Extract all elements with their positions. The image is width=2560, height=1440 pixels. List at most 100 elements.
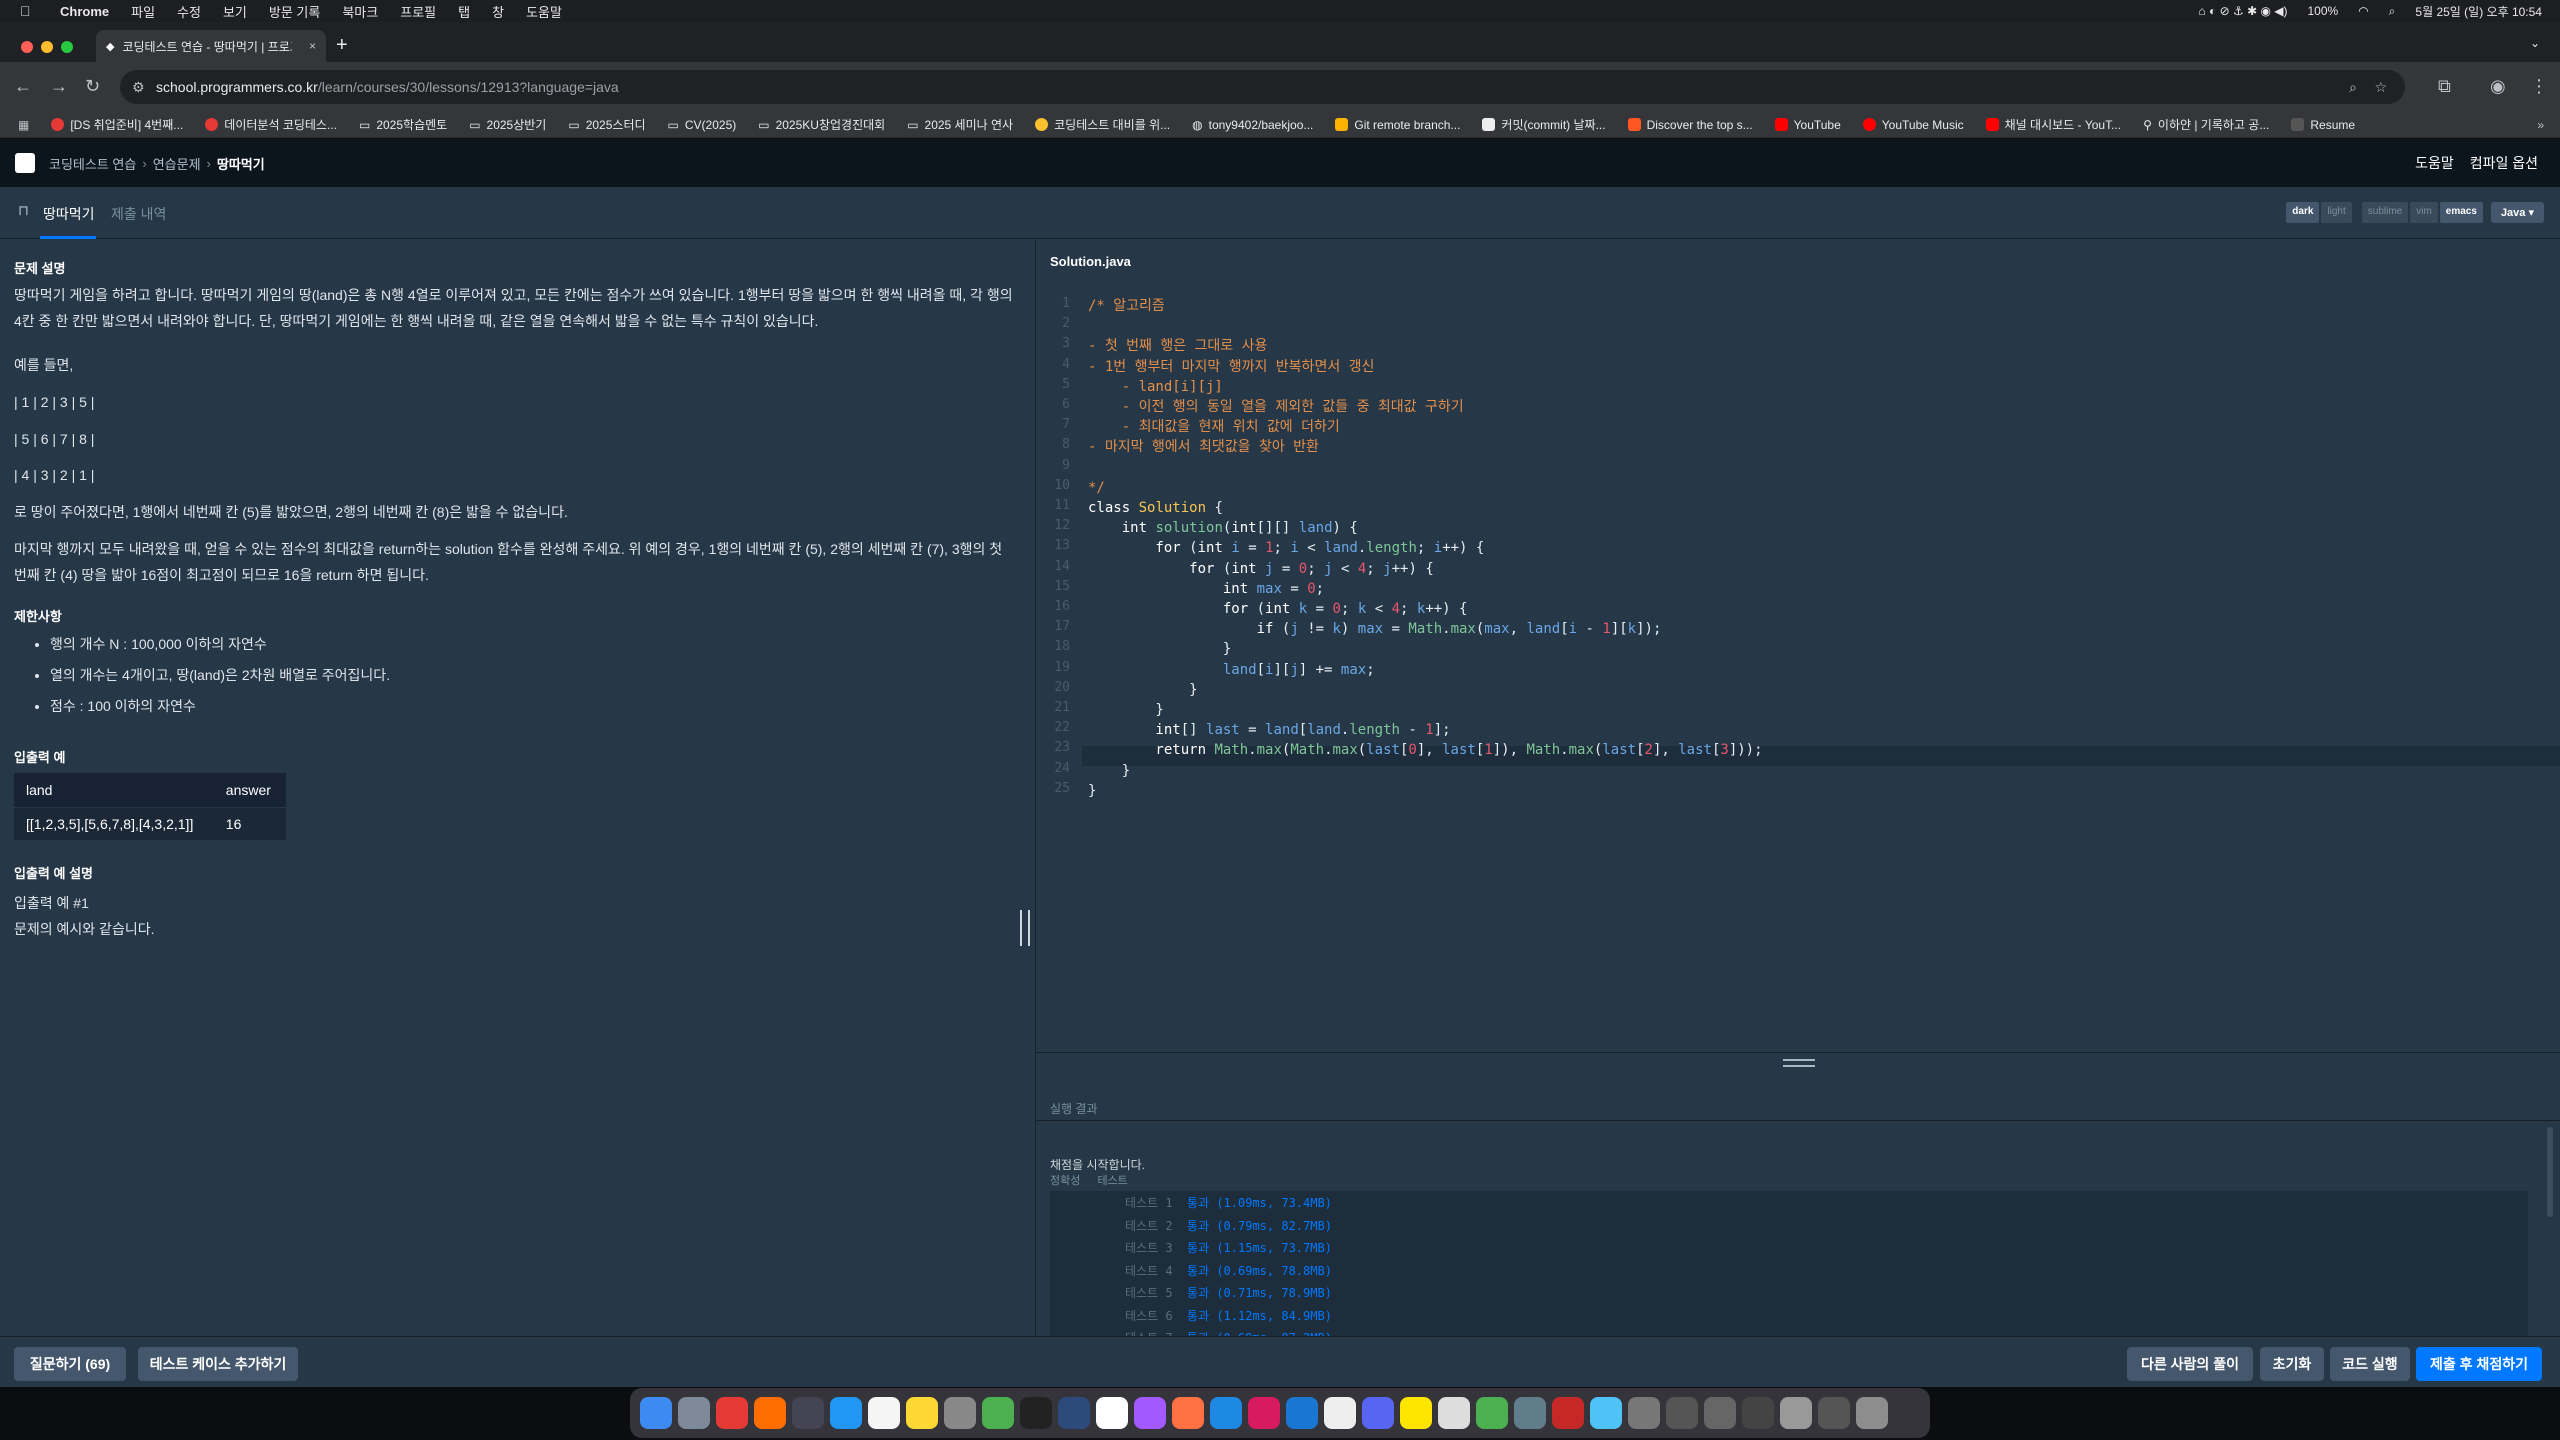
notes-icon[interactable] (906, 1397, 938, 1429)
bookmark-item[interactable]: 채널 대시보드 - YouT... (1985, 116, 2121, 133)
menu-bookmarks[interactable]: 북마크 (342, 2, 378, 21)
submit-button[interactable]: 제출 후 채점하기 (2416, 1347, 2542, 1381)
zoom-icon[interactable]: ⌕ (2349, 79, 2357, 96)
android-studio-icon[interactable] (1476, 1397, 1508, 1429)
forward-icon[interactable]: → (50, 76, 68, 97)
tab-search-icon[interactable]: ⌄ (2530, 36, 2540, 50)
more-bookmarks-icon[interactable]: » (2537, 118, 2544, 132)
reset-button[interactable]: 초기화 (2260, 1347, 2324, 1381)
bookmark-item[interactable]: YouTube Music (1862, 118, 1964, 132)
minimize-window-button[interactable] (41, 41, 53, 53)
menu-history[interactable]: 방문 기록 (269, 2, 320, 21)
breadcrumb-item[interactable]: 연습문제 (153, 154, 201, 173)
finder-icon[interactable] (640, 1397, 672, 1429)
datetime[interactable]: 5월 25일 (일) 오후 10:54 (2415, 3, 2542, 20)
bookmark-folder[interactable]: ▭ 2025KU창업경진대회 (758, 116, 885, 133)
breadcrumb-item[interactable]: 코딩테스트 연습 (49, 154, 136, 173)
music-app-icon[interactable] (716, 1397, 748, 1429)
document-thumbnail-icon[interactable] (1666, 1397, 1698, 1429)
safari-icon[interactable] (830, 1397, 862, 1429)
browser-tab[interactable]: ◆ 코딩테스트 연습 - 땅따먹기 | 프로그래머스 × (96, 30, 326, 62)
search-icon[interactable]: ⌕ (2389, 4, 2396, 19)
new-tab-button[interactable]: + (336, 34, 348, 57)
test-results-list[interactable]: 테스트 1 통과 (1.09ms, 73.4MB) 테스트 2 통과 (0.79m… (1050, 1191, 2528, 1337)
chrome-menu-icon[interactable]: ⋮ (2530, 76, 2548, 97)
menu-window[interactable]: 창 (492, 2, 504, 21)
docker-icon[interactable] (1210, 1397, 1242, 1429)
remote-desktop-icon[interactable] (1514, 1397, 1546, 1429)
notion-icon[interactable] (1096, 1397, 1128, 1429)
trash-icon[interactable] (1856, 1397, 1888, 1429)
calendar-icon[interactable] (868, 1397, 900, 1429)
figma-icon[interactable] (1134, 1397, 1166, 1429)
discord-icon[interactable] (1362, 1397, 1394, 1429)
add-test-case-button[interactable]: 테스트 케이스 추가하기 (138, 1347, 298, 1381)
kakaotalk-icon[interactable] (1400, 1397, 1432, 1429)
others-solutions-button[interactable]: 다른 사람의 풀이 (2127, 1347, 2253, 1381)
bookmark-item[interactable]: ◍ tony9402/baekjoo... (1192, 118, 1313, 132)
apple-icon[interactable]:  (20, 3, 38, 19)
menu-file[interactable]: 파일 (131, 2, 155, 21)
code-editor[interactable]: 1 2 3 4 5 6 7 8 9 10 11 12 13 14 15 16 17 18 19 20 21 22 23 24 2… (1036, 288, 2560, 1052)
bookmark-folder[interactable]: ▭ 2025 세미나 연사 (907, 116, 1013, 133)
menu-chrome[interactable]: Chrome (60, 4, 109, 19)
bookmark-item[interactable]: 데이터분석 코딩테스... (205, 116, 337, 133)
theme-light-button[interactable]: light (2321, 202, 2352, 223)
intellij-icon[interactable] (1248, 1397, 1280, 1429)
tab-submissions[interactable]: 제출 내역 (111, 204, 166, 224)
close-window-button[interactable] (21, 41, 33, 53)
address-bar[interactable]: ⚙ school.programmers.co.kr/learn/courses… (120, 70, 2405, 104)
result-tab-test[interactable]: 테스트 (1097, 1175, 1127, 1187)
reload-icon[interactable]: ↻ (85, 76, 100, 97)
bookmark-item[interactable]: Discover the top s... (1627, 118, 1753, 132)
pane-resize-handle[interactable] (1020, 910, 1030, 946)
keymap-vim-button[interactable]: vim (2410, 202, 2438, 223)
programmers-logo[interactable] (15, 153, 35, 173)
maximize-window-button[interactable] (61, 41, 73, 53)
result-tab-accuracy[interactable]: 정확성 (1050, 1175, 1080, 1187)
monitor-icon[interactable] (1058, 1397, 1090, 1429)
battery-label[interactable]: 100% (2307, 4, 2338, 18)
language-select[interactable]: Java ▾ (2490, 202, 2544, 223)
document-thumbnail-icon[interactable] (1780, 1397, 1812, 1429)
bookmark-item[interactable]: YouTube (1774, 118, 1841, 132)
vscode-icon[interactable] (1286, 1397, 1318, 1429)
run-code-button[interactable]: 코드 실행 (2330, 1347, 2410, 1381)
pdf-app-icon[interactable] (1552, 1397, 1584, 1429)
chrome-icon[interactable] (982, 1397, 1014, 1429)
soundcloud-icon[interactable] (754, 1397, 786, 1429)
close-tab-icon[interactable]: × (309, 39, 316, 53)
wifi-icon[interactable]: ◠ (2358, 4, 2368, 18)
keymap-sublime-button[interactable]: sublime (2361, 202, 2409, 223)
terminal-icon[interactable] (1020, 1397, 1052, 1429)
vpn-icon[interactable] (792, 1397, 824, 1429)
compile-options-link[interactable]: 컴파일 옵션 (2470, 153, 2538, 173)
bookmark-star-icon[interactable]: ☆ (2374, 79, 2387, 96)
menu-edit[interactable]: 수정 (177, 2, 201, 21)
bookmark-folder[interactable]: ▭ 2025학습멘토 (359, 116, 447, 133)
document-thumbnail-icon[interactable] (1704, 1397, 1736, 1429)
apps-grid-icon[interactable]: ▦ (18, 118, 29, 132)
result-scrollbar[interactable] (2547, 1127, 2553, 1217)
menu-view[interactable]: 보기 (223, 2, 247, 21)
bookmark-folder[interactable]: ▭ 2025상반기 (469, 116, 546, 133)
bookmark-icon[interactable]: ⊓ (18, 202, 29, 219)
swift-icon[interactable] (1172, 1397, 1204, 1429)
bookmark-item[interactable]: Git remote branch... (1335, 118, 1460, 132)
document-thumbnail-icon[interactable] (1742, 1397, 1774, 1429)
launchpad-icon[interactable] (678, 1397, 710, 1429)
bookmark-folder[interactable]: ▭ 2025스터디 (568, 116, 645, 133)
screenshot-thumbnail-icon[interactable] (1628, 1397, 1660, 1429)
slack-icon[interactable] (1324, 1397, 1356, 1429)
bookmark-item[interactable]: Resume (2291, 118, 2355, 132)
bookmark-folder[interactable]: ▭ CV(2025) (668, 118, 737, 132)
extensions-icon[interactable]: ⧉ (2438, 76, 2451, 97)
drag-grip-icon[interactable] (1783, 1059, 1815, 1067)
bookmark-item[interactable]: ⚲ 이하얀 | 기록하고 공... (2143, 116, 2269, 133)
keymap-emacs-button[interactable]: emacs (2439, 202, 2483, 223)
menu-help[interactable]: 도움말 (526, 2, 562, 21)
bookmark-item[interactable]: 커밋(commit) 날짜... (1482, 116, 1606, 133)
settings-icon[interactable] (944, 1397, 976, 1429)
document-thumbnail-icon[interactable] (1818, 1397, 1850, 1429)
downloads-folder-icon[interactable] (1590, 1397, 1622, 1429)
